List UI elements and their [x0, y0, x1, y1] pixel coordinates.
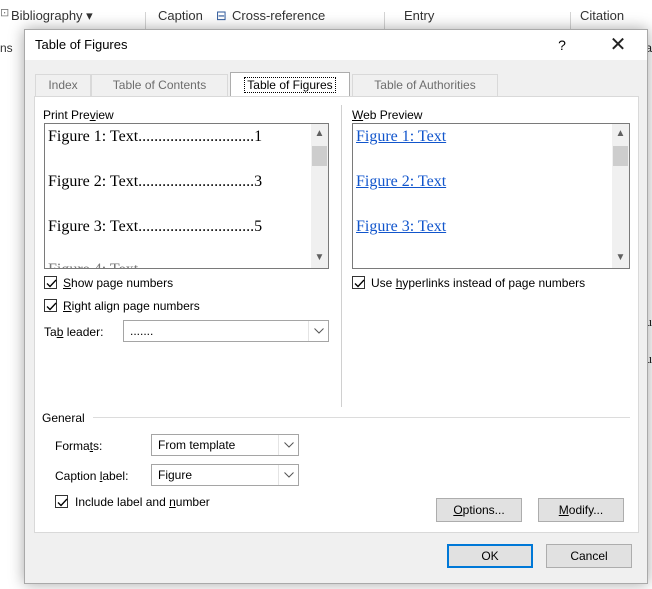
print-preview-entry: Figure 2: Text..........................… [48, 173, 263, 190]
web-preview-link[interactable]: Figure 3: Text [356, 218, 446, 236]
use-hyperlinks-label[interactable]: Use hyperlinks instead of page numbers [371, 276, 585, 290]
tab-leader-select[interactable]: ....... [123, 320, 329, 342]
print-preview-entry: Figure 3: Text..........................… [48, 218, 263, 235]
word-ribbon: ⊡ Bibliography ▾ Caption ⊟ Cross-referen… [0, 0, 652, 30]
mark-citation-button[interactable]: Citation [580, 8, 624, 23]
print-preview-entry-partial: Figure 4: Text [48, 261, 138, 268]
tab-leader-value: ....... [130, 324, 154, 338]
ribbon-separator [570, 12, 571, 30]
tab-table-of-figures[interactable]: Table of Figures [230, 72, 350, 97]
ok-button[interactable]: OK [447, 544, 533, 568]
ribbon-separator [384, 12, 385, 30]
formats-value: From template [158, 438, 236, 452]
scroll-up-icon[interactable]: ▲ [311, 126, 328, 142]
tab-index[interactable]: Index [35, 74, 91, 96]
scroll-thumb[interactable] [613, 146, 628, 166]
print-preview-scrollbar[interactable]: ▲ ▼ [311, 124, 328, 268]
vertical-divider [341, 105, 342, 407]
right-align-page-numbers-label[interactable]: Right align page numbers [63, 299, 200, 313]
mark-entry-button[interactable]: Entry [404, 8, 434, 23]
caption-label-select[interactable]: Figure [151, 464, 299, 486]
general-group-label: General [42, 411, 85, 425]
cancel-button[interactable]: Cancel [546, 544, 632, 568]
modify-button[interactable]: Modify... [538, 498, 624, 522]
bibliography-icon: ⊡ [0, 7, 10, 19]
close-button[interactable]: ✕ [603, 32, 633, 58]
caption-label-value: Figure [158, 468, 193, 482]
checkmark-icon [46, 279, 57, 288]
table-of-figures-dialog: Table of Figures ? ✕ Index Table of Cont… [24, 29, 648, 584]
general-divider [93, 417, 630, 418]
ribbon-separator [145, 12, 146, 30]
show-page-numbers-label[interactable]: Show page numbers [63, 276, 173, 290]
web-preview-link[interactable]: Figure 2: Text [356, 173, 446, 191]
web-preview-box: Figure 1: Text Figure 2: Text Figure 3: … [352, 123, 630, 269]
dialog-titlebar: Table of Figures ? ✕ [25, 30, 647, 60]
print-preview-label: Print Preview [43, 108, 114, 122]
scroll-down-icon[interactable]: ▼ [612, 250, 629, 266]
chevron-down-icon[interactable] [278, 465, 298, 485]
show-page-numbers-checkbox[interactable] [44, 276, 57, 289]
print-preview-box: Figure 1: Text..........................… [44, 123, 329, 269]
right-align-page-numbers-checkbox[interactable] [44, 299, 57, 312]
checkmark-icon [57, 498, 68, 507]
web-preview-link[interactable]: Figure 1: Text [356, 128, 446, 146]
cross-reference-button[interactable]: Cross-reference [232, 8, 325, 23]
cross-reference-icon: ⊟ [216, 8, 227, 23]
web-preview-scrollbar[interactable]: ▲ ▼ [612, 124, 629, 268]
tab-leader-label: Tab leader: [44, 325, 104, 339]
tab-panel: Print Preview Figure 1: Text............… [34, 96, 639, 533]
include-label-number-checkbox[interactable] [55, 495, 68, 508]
chevron-down-icon[interactable] [308, 321, 328, 341]
print-preview-entry: Figure 1: Text..........................… [48, 128, 263, 145]
tab-table-of-authorities[interactable]: Table of Authorities [352, 74, 498, 96]
background-ribbon-fragment: ns [0, 41, 13, 55]
formats-label: Formats: [55, 439, 103, 453]
help-button[interactable]: ? [551, 34, 573, 56]
caption-label-label: Caption label: [55, 469, 129, 483]
options-button[interactable]: Options... [436, 498, 522, 522]
use-hyperlinks-checkbox[interactable] [352, 276, 365, 289]
scroll-down-icon[interactable]: ▼ [311, 250, 328, 266]
chevron-down-icon[interactable] [278, 435, 298, 455]
insert-caption-button[interactable]: Caption [158, 8, 203, 23]
tab-table-of-contents[interactable]: Table of Contents [91, 74, 228, 96]
scroll-up-icon[interactable]: ▲ [612, 126, 629, 142]
dialog-title: Table of Figures [35, 37, 128, 52]
checkmark-icon [354, 279, 365, 288]
formats-select[interactable]: From template [151, 434, 299, 456]
bibliography-button[interactable]: Bibliography ▾ [11, 8, 93, 24]
web-preview-label: Web Preview [352, 108, 423, 122]
checkmark-icon [46, 302, 57, 311]
scroll-thumb[interactable] [312, 146, 327, 166]
include-label-number-label[interactable]: Include label and number [75, 495, 210, 509]
